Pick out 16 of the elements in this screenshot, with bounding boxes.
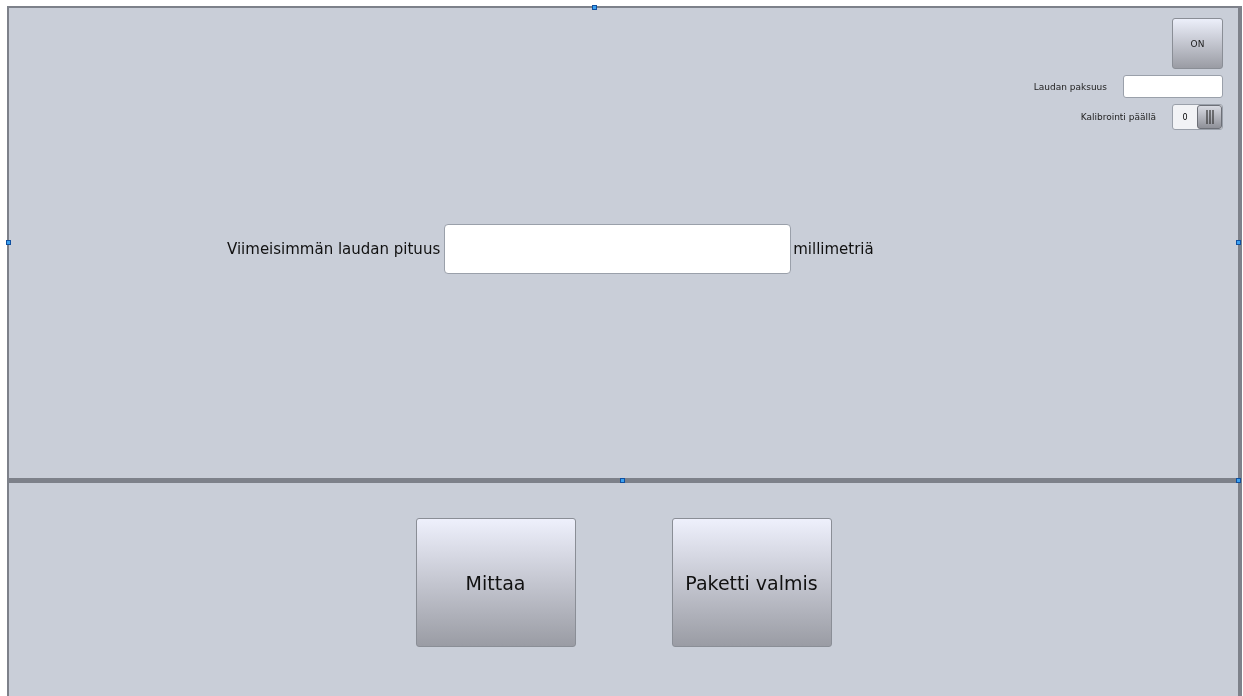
handle-icon[interactable]: [620, 478, 625, 483]
handle-icon[interactable]: [1236, 240, 1241, 245]
grip-icon: [1205, 110, 1214, 124]
unit-label: millimetriä: [793, 240, 874, 258]
handle-icon[interactable]: [592, 5, 597, 10]
length-field[interactable]: [444, 224, 792, 274]
calibration-toggle[interactable]: 0: [1172, 104, 1223, 130]
length-label: Viimeisimmän laudan pituus: [227, 240, 441, 258]
handle-icon[interactable]: [6, 240, 11, 245]
action-button[interactable]: Mittaa: [415, 518, 576, 647]
action-button[interactable]: Paketti valmis: [671, 518, 832, 647]
thickness-label: Laudan paksuus: [1033, 81, 1107, 92]
calibration-label: Kalibrointi päällä: [1080, 112, 1156, 122]
thickness-field[interactable]: [1123, 75, 1223, 98]
on-button[interactable]: ON: [1172, 18, 1223, 69]
handle-icon[interactable]: [1236, 478, 1241, 483]
